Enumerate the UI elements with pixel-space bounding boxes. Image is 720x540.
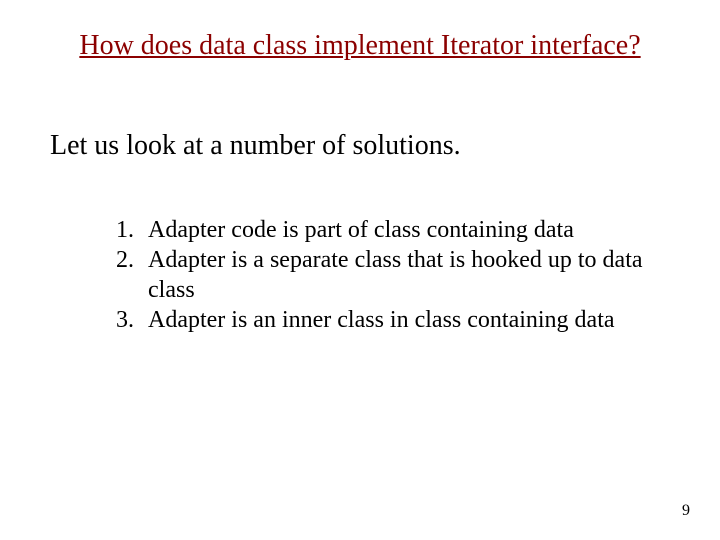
list-item: Adapter is a separate class that is hook… <box>140 245 670 305</box>
slide-title: How does data class implement Iterator i… <box>0 30 720 62</box>
slide-subtitle: Let us look at a number of solutions. <box>50 130 461 162</box>
list-item: Adapter code is part of class containing… <box>140 215 670 245</box>
slide: How does data class implement Iterator i… <box>0 0 720 540</box>
list-item: Adapter is an inner class in class conta… <box>140 305 670 335</box>
page-number: 9 <box>682 502 690 520</box>
solutions-list: Adapter code is part of class containing… <box>100 215 670 335</box>
